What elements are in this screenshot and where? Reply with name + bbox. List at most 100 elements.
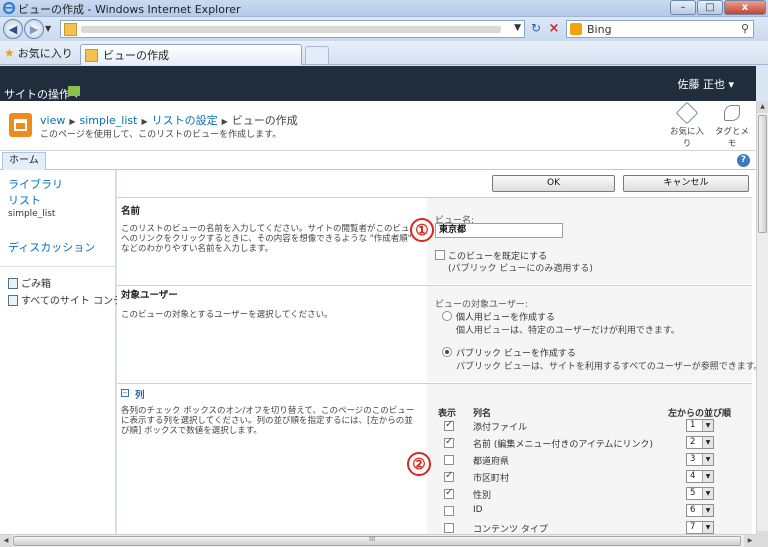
columns-section-description: 各列のチェック ボックスのオン/オフを切り替えて、このページのこのビューに表示す… bbox=[121, 406, 415, 436]
search-box[interactable]: Bing ⚲ bbox=[566, 20, 754, 38]
column-checkbox[interactable] bbox=[444, 436, 454, 448]
favorites-bar: ★ お気に入り ビューの作成 bbox=[0, 41, 768, 65]
column-order-value: 7 bbox=[690, 522, 696, 532]
site-icon bbox=[9, 113, 32, 137]
window-title: ビューの作成 - Windows Internet Explorer bbox=[18, 3, 241, 16]
scroll-right-icon[interactable]: ▶ bbox=[744, 535, 756, 547]
nav-simple-list[interactable]: simple_list bbox=[8, 209, 55, 219]
tags-label: タグとメモ bbox=[714, 127, 749, 149]
column-order-select[interactable]: 3 ▼ bbox=[686, 453, 714, 466]
column-order-select[interactable]: 2 ▼ bbox=[686, 436, 714, 449]
stop-icon[interactable]: × bbox=[546, 21, 562, 37]
breadcrumb-list-settings[interactable]: リストの設定 bbox=[152, 114, 218, 127]
public-view-radio[interactable] bbox=[442, 347, 452, 357]
scroll-left-icon[interactable]: ◀ bbox=[0, 535, 12, 547]
vertical-scrollbar[interactable]: ▲ ▼ bbox=[756, 101, 768, 543]
column-header-display: 表示 bbox=[438, 409, 457, 419]
sharepoint-ribbon: 佐藤 正也 ▾ サイトの操作 ▾ bbox=[0, 66, 756, 101]
dropdown-arrow-icon: ▼ bbox=[702, 420, 713, 431]
column-order-select[interactable]: 6 ▼ bbox=[686, 504, 714, 517]
column-order-select[interactable]: 5 ▼ bbox=[686, 487, 714, 500]
column-name: 名前 (編集メニュー付きのアイテムにリンク) bbox=[473, 440, 653, 450]
tags-notes-button[interactable]: タグとメモ bbox=[712, 105, 752, 149]
breadcrumb-view[interactable]: view bbox=[40, 114, 65, 127]
tab-title: ビューの作成 bbox=[103, 49, 169, 62]
nav-recycle-bin[interactable]: ごみ箱 bbox=[8, 275, 51, 290]
column-checkbox[interactable] bbox=[444, 470, 454, 482]
nav-lists[interactable]: リスト bbox=[8, 192, 41, 208]
dropdown-arrow-icon: ▼ bbox=[702, 488, 713, 499]
address-dropdown-icon[interactable]: ▼ bbox=[514, 23, 521, 33]
site-content-icon bbox=[8, 295, 18, 306]
history-dropdown-icon[interactable]: ▼ bbox=[45, 24, 51, 33]
favorites-button[interactable]: ★ お気に入り bbox=[4, 45, 73, 61]
back-button[interactable]: ◀ bbox=[3, 19, 23, 39]
audience-label: ビューの対象ユーザー: bbox=[435, 300, 528, 310]
column-order-select[interactable]: 7 ▼ bbox=[686, 521, 714, 534]
vertical-scroll-thumb[interactable] bbox=[758, 115, 767, 233]
default-view-checkbox[interactable] bbox=[435, 250, 445, 260]
column-checkbox[interactable] bbox=[444, 419, 454, 431]
columns-section-heading: 列 bbox=[135, 390, 145, 401]
like-label: お気に入り bbox=[669, 127, 704, 149]
new-tab-button[interactable] bbox=[305, 46, 329, 64]
maximize-button[interactable]: □ bbox=[697, 0, 723, 15]
column-order-select[interactable]: 1 ▼ bbox=[686, 419, 714, 432]
horizontal-scrollbar[interactable]: ◀ III ▶ bbox=[0, 534, 756, 547]
bing-icon bbox=[570, 23, 582, 35]
note-icon bbox=[724, 105, 740, 121]
column-name: 市区町村 bbox=[473, 474, 510, 484]
forward-button[interactable]: ▶ bbox=[24, 19, 44, 39]
callout-2: ② bbox=[407, 452, 431, 476]
refresh-icon[interactable]: ↻ bbox=[528, 21, 544, 37]
help-icon[interactable]: ? bbox=[737, 154, 750, 167]
close-button[interactable]: x bbox=[724, 0, 766, 15]
search-provider-label: Bing bbox=[587, 23, 612, 36]
horizontal-scroll-thumb[interactable]: III bbox=[13, 535, 741, 546]
column-order-select[interactable]: 4 ▼ bbox=[686, 470, 714, 483]
minimize-button[interactable]: – bbox=[670, 0, 696, 15]
tag-icon bbox=[675, 101, 699, 125]
column-header-order: 左からの並び順 bbox=[668, 409, 732, 419]
column-order-value: 4 bbox=[690, 471, 696, 481]
personal-view-radio[interactable] bbox=[442, 311, 452, 321]
quick-launch: ライブラリ リスト simple_list ディスカッション ごみ箱 すべてのサ… bbox=[0, 170, 143, 543]
dropdown-arrow-icon: ▼ bbox=[702, 471, 713, 482]
nav-discussions[interactable]: ディスカッション bbox=[8, 239, 95, 255]
browser-tab[interactable]: ビューの作成 bbox=[80, 44, 302, 65]
collapse-columns-icon[interactable]: − bbox=[121, 389, 129, 397]
window-titlebar: ビューの作成 - Windows Internet Explorer – □ x bbox=[0, 0, 768, 17]
personal-view-label: 個人用ビューを作成する bbox=[456, 313, 556, 323]
nav-divider bbox=[0, 266, 116, 267]
column-checkbox[interactable] bbox=[444, 455, 454, 465]
column-order-value: 5 bbox=[690, 488, 696, 498]
like-button[interactable]: お気に入り bbox=[667, 101, 707, 149]
column-checkbox[interactable] bbox=[444, 506, 454, 516]
user-menu[interactable]: 佐藤 正也 ▾ bbox=[677, 76, 734, 92]
ribbon-tab-row: ホーム ? bbox=[0, 151, 756, 170]
column-checkbox[interactable] bbox=[444, 523, 454, 533]
view-name-input[interactable]: 東京都 bbox=[435, 223, 563, 238]
ie-logo-icon bbox=[2, 1, 16, 15]
recycle-bin-icon bbox=[8, 278, 18, 289]
edit-page-icon[interactable] bbox=[68, 86, 80, 96]
breadcrumb-current: ビューの作成 bbox=[231, 114, 298, 127]
audience-section-description: このビューの対象とするユーザーを選択してください。 bbox=[121, 310, 333, 320]
tab-favicon-icon bbox=[85, 48, 98, 62]
column-order-value: 3 bbox=[690, 454, 696, 464]
tab-home[interactable]: ホーム bbox=[2, 152, 46, 170]
dropdown-arrow-icon: ▼ bbox=[702, 454, 713, 465]
public-view-note: パブリック ビューは、サイトを利用するすべてのユーザーが参照できます。 bbox=[456, 362, 756, 372]
column-order-value: 6 bbox=[690, 505, 696, 515]
nav-libraries[interactable]: ライブラリ bbox=[8, 176, 63, 192]
column-checkbox[interactable] bbox=[444, 487, 454, 499]
column-name: 添付ファイル bbox=[473, 423, 528, 433]
scroll-up-icon[interactable]: ▲ bbox=[757, 101, 768, 113]
cancel-button[interactable]: キャンセル bbox=[623, 175, 749, 192]
breadcrumb-list[interactable]: simple_list bbox=[80, 114, 138, 127]
search-icon[interactable]: ⚲ bbox=[741, 22, 749, 35]
address-toolbar: ◀ ▶ ▼ ▼ ↻ × Bing ⚲ bbox=[0, 17, 768, 41]
address-field[interactable]: ▼ bbox=[60, 20, 525, 38]
personal-view-note: 個人用ビューは、特定のユーザーだけが利用できます。 bbox=[456, 326, 680, 336]
ok-button[interactable]: OK bbox=[492, 175, 615, 192]
